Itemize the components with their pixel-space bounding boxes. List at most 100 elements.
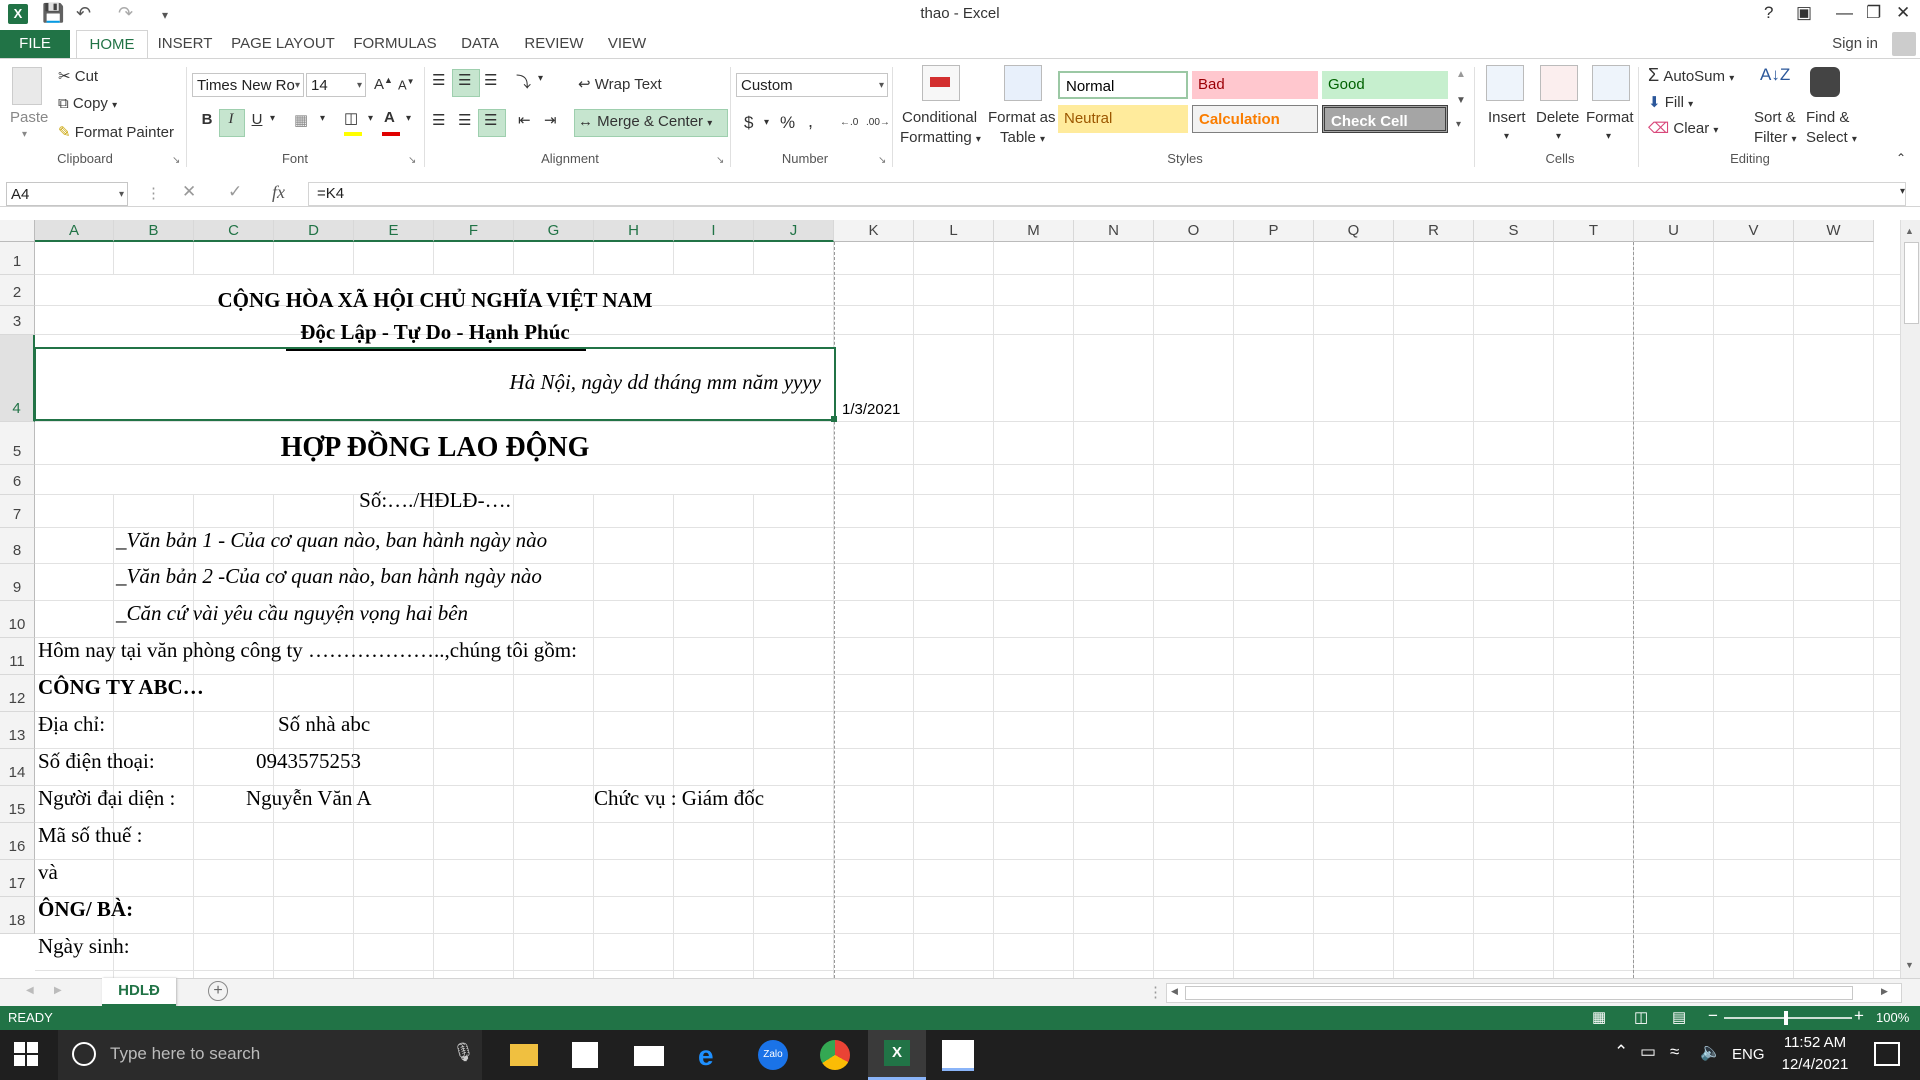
row-header[interactable]: 10 [0, 601, 35, 638]
number-launcher-icon[interactable]: ↘ [878, 155, 886, 166]
row-header[interactable]: 13 [0, 712, 35, 749]
fill-color-icon[interactable]: ◫ [344, 109, 358, 127]
edge-icon[interactable]: e [698, 1040, 714, 1072]
worksheet-grid[interactable]: ABCDEFGHIJKLMNOPQRSTUVW 1 2 3 4 5 6 7 8 9 10 11 12 1… [0, 220, 1900, 978]
sheet-split-icon[interactable]: ⋮ [1148, 983, 1163, 1001]
clipboard-launcher-icon[interactable]: ↘ [172, 155, 180, 166]
row-header[interactable]: 5 [0, 422, 35, 465]
row-header[interactable]: 14 [0, 749, 35, 786]
percent-button[interactable]: % [780, 113, 795, 133]
styles-scroll-down-icon[interactable]: ▼ [1456, 95, 1466, 106]
cell-date-line[interactable]: Hà Nội, ngày dd tháng mm năm yyyy [35, 370, 821, 395]
clock-date[interactable]: 12/4/2021 [1770, 1056, 1860, 1073]
align-center-icon[interactable]: ☰ [458, 111, 471, 129]
add-sheet-icon[interactable]: + [208, 981, 228, 1001]
hscroll-right-icon[interactable]: ▶ [1881, 986, 1888, 997]
column-header[interactable]: V [1714, 220, 1794, 242]
column-header[interactable]: S [1474, 220, 1554, 242]
store-icon[interactable] [572, 1042, 598, 1068]
fill-handle[interactable] [831, 416, 837, 422]
cell-phone-value[interactable]: 0943575253 [256, 749, 361, 774]
style-check-cell[interactable]: Check Cell [1322, 105, 1448, 133]
tab-view[interactable]: VIEW [600, 30, 654, 58]
cell-motto[interactable]: Độc Lập - Tự Do - Hạnh Phúc [35, 320, 835, 345]
hscroll-thumb[interactable] [1185, 986, 1853, 1000]
delete-cells-icon[interactable] [1540, 65, 1578, 101]
cell-intro[interactable]: Hôm nay tại văn phòng công ty ………………..,c… [38, 638, 577, 663]
cell-contract-title[interactable]: HỢP ĐỒNG LAO ĐỘNG [35, 432, 835, 464]
row-header[interactable]: 16 [0, 823, 35, 860]
font-name-select[interactable]: Times New Ro ▾ [192, 73, 304, 97]
sort-filter-label[interactable]: Filter ▾ [1754, 129, 1797, 146]
borders-dropdown-icon[interactable]: ▾ [320, 113, 325, 124]
autosum-button[interactable]: Σ AutoSum ▾ [1648, 65, 1734, 86]
column-header[interactable]: E [354, 220, 434, 242]
tab-review[interactable]: REVIEW [518, 30, 590, 58]
column-header[interactable]: T [1554, 220, 1634, 242]
chrome-icon[interactable] [820, 1040, 850, 1070]
styles-scroll-up-icon[interactable]: ▲ [1456, 69, 1466, 80]
page-layout-view-icon[interactable]: ◫ [1634, 1008, 1648, 1026]
cell-contract-number[interactable]: Số:…./HĐLĐ-…. [35, 488, 835, 513]
more-options-icon[interactable]: ⋮ [146, 184, 161, 202]
zoom-in-icon[interactable]: + [1854, 1006, 1864, 1026]
cell-position[interactable]: Chức vụ : Giám đốc [594, 786, 764, 811]
align-bottom-icon[interactable]: ☰ [484, 71, 497, 89]
formula-input[interactable]: =K4 [308, 182, 1906, 206]
cell-and[interactable]: và [38, 860, 58, 885]
align-middle-icon[interactable]: ☰ [458, 71, 471, 89]
insert-function-button[interactable]: fx [272, 182, 285, 203]
align-left-icon[interactable]: ☰ [432, 111, 445, 129]
decrease-decimal-icon[interactable]: .00→ [866, 117, 890, 128]
page-break-preview-icon[interactable]: ▤ [1672, 1008, 1686, 1026]
column-header[interactable]: A [35, 220, 114, 242]
column-header[interactable]: F [434, 220, 514, 242]
currency-button[interactable]: $ [744, 113, 753, 133]
format-painter-button[interactable]: ✎ Format Painter [58, 123, 174, 141]
row-header[interactable]: 9 [0, 564, 35, 601]
cell-document-1[interactable]: _Văn bản 1 - Của cơ quan nào, ban hành n… [116, 528, 547, 553]
cell-address-label[interactable]: Địa chỉ: [38, 712, 105, 737]
borders-icon[interactable]: ▦ [294, 111, 308, 129]
column-header[interactable]: G [514, 220, 594, 242]
row-header[interactable]: 7 [0, 495, 35, 528]
decrease-font-icon[interactable]: A▼ [398, 77, 415, 92]
cell-birthdate-label[interactable]: Ngày sinh: [38, 934, 130, 959]
zoom-out-icon[interactable]: − [1708, 1006, 1718, 1026]
microphone-icon[interactable]: 🎙 [452, 1042, 475, 1063]
font-color-icon[interactable]: A [384, 109, 395, 126]
format-as-table-label[interactable]: Table ▾ [1000, 129, 1045, 146]
cell-mr-mrs[interactable]: ÔNG/ BÀ: [38, 897, 133, 922]
column-header[interactable]: M [994, 220, 1074, 242]
column-header[interactable]: H [594, 220, 674, 242]
style-normal[interactable]: Normal [1058, 71, 1188, 99]
cell-title-country[interactable]: CỘNG HÒA XÃ HỘI CHỦ NGHĨA VIỆT NAM [35, 288, 835, 313]
style-neutral[interactable]: Neutral [1058, 105, 1188, 133]
hscroll-left-icon[interactable]: ◀ [1171, 986, 1178, 997]
excel-taskbar-active[interactable]: X [868, 1030, 926, 1080]
delete-button[interactable]: Delete [1536, 109, 1579, 126]
file-explorer-icon[interactable] [510, 1044, 538, 1066]
ribbon-display-icon[interactable]: ▣ [1796, 3, 1812, 23]
zoom-level[interactable]: 100% [1876, 1010, 1909, 1025]
taskbar-search-box[interactable]: Type here to search 🎙 [58, 1030, 482, 1080]
zoom-slider[interactable] [1724, 1017, 1852, 1019]
style-bad[interactable]: Bad [1192, 71, 1318, 99]
column-header[interactable]: O [1154, 220, 1234, 242]
align-right-icon[interactable]: ☰ [484, 111, 497, 129]
fill-color-dropdown-icon[interactable]: ▾ [368, 113, 373, 124]
currency-dropdown-icon[interactable]: ▾ [764, 117, 769, 128]
windows-start-icon[interactable] [14, 1042, 38, 1066]
help-button[interactable]: ? [1764, 3, 1773, 23]
format-as-table-button[interactable]: Format as [988, 109, 1056, 126]
sheet-scroll-left-icon[interactable]: ◀ [26, 985, 34, 996]
row-header[interactable]: 15 [0, 786, 35, 823]
column-header[interactable]: I [674, 220, 754, 242]
column-header[interactable]: D [274, 220, 354, 242]
style-good[interactable]: Good [1322, 71, 1448, 99]
underline-button[interactable]: U [246, 111, 268, 128]
increase-indent-icon[interactable]: ⇥ [544, 111, 557, 129]
row-header[interactable]: 11 [0, 638, 35, 675]
language-indicator[interactable]: ENG [1732, 1046, 1765, 1063]
sort-filter-icon[interactable]: A↓Z [1760, 65, 1790, 85]
